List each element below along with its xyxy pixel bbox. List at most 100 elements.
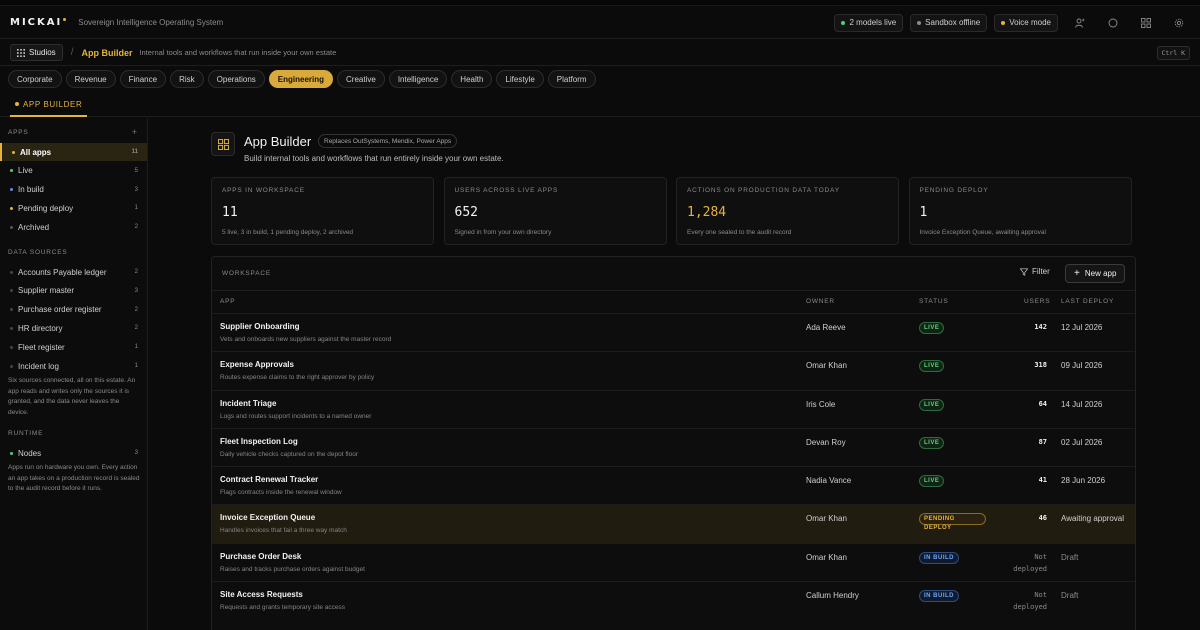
filter-label: Filter <box>1032 267 1050 276</box>
category-tab[interactable]: Finance <box>119 70 167 88</box>
status-dot-icon <box>841 20 846 25</box>
status-badge-label: LIVE <box>924 439 940 446</box>
sidebar-note: Six sources connected, all on this estat… <box>8 377 136 416</box>
status-badge: LIVE <box>919 398 945 411</box>
category-tab[interactable]: Intelligence <box>388 70 448 88</box>
category-tab[interactable]: Health <box>451 70 493 88</box>
sidebar-dot-icon <box>10 270 13 274</box>
window-top-strip <box>0 0 1200 6</box>
app-name[interactable]: Expense Approvals <box>220 360 294 369</box>
column-header-users[interactable]: USERS <box>1024 298 1050 305</box>
table-row[interactable]: Fleet Inspection Log Daily vehicle checks… <box>212 427 1135 466</box>
sidebar-item[interactable]: Purchase order register 2 <box>0 301 147 319</box>
brand-logo[interactable]: MICKAI <box>10 17 67 28</box>
breadcrumb-separator: / <box>70 47 74 58</box>
sidebar-item[interactable]: Nodes 3 <box>0 444 147 462</box>
column-header-app[interactable]: APP <box>220 298 235 305</box>
app-name[interactable]: Incident Triage <box>220 399 276 408</box>
studios-button[interactable]: Studios <box>10 44 63 61</box>
app-users: 87 <box>1038 437 1047 446</box>
table-row[interactable]: Site Access Requests Requests and grants … <box>212 581 1135 619</box>
studios-label: Studios <box>29 48 56 57</box>
people-icon[interactable] <box>1069 12 1091 34</box>
add-app-icon[interactable]: + <box>132 127 137 137</box>
app-name[interactable]: Fleet Inspection Log <box>220 437 298 446</box>
column-header-status[interactable]: STATUS <box>919 298 948 305</box>
sidebar-item[interactable]: All apps 11 <box>0 143 147 161</box>
app-users: Not deployed <box>1013 591 1047 612</box>
breadcrumb-current[interactable]: App Builder <box>81 48 132 58</box>
category-tab[interactable]: Creative <box>337 70 385 88</box>
stat-card: PENDING DEPLOY 1 Invoice Exception Queue, … <box>908 177 1132 245</box>
sidebar-item[interactable]: In build 3 <box>0 181 147 199</box>
sidebar-dot-icon <box>10 308 13 312</box>
table-row[interactable]: Contract Renewal Tracker Flags contracts … <box>212 466 1135 504</box>
sidebar-item-count: 2 <box>134 306 138 313</box>
command-shortcut[interactable]: Ctrl K <box>1156 45 1190 60</box>
table-row[interactable]: Incident Triage Logs and routes support i… <box>212 389 1135 428</box>
status-pill[interactable]: Voice mode <box>994 13 1058 32</box>
category-tab[interactable]: Operations <box>207 70 265 88</box>
status-badge-label: LIVE <box>924 363 940 370</box>
sidebar-item[interactable]: Archived 2 <box>0 218 147 236</box>
app-name[interactable]: Supplier Onboarding <box>220 322 300 331</box>
sidebar-item[interactable]: Live 5 <box>0 162 147 180</box>
sidebar-item-label: All apps <box>20 147 52 157</box>
sidebar-item[interactable]: Supplier master 3 <box>0 282 147 300</box>
sidebar-item-label: Incident log <box>18 361 59 371</box>
table-row[interactable]: Invoice Exception Queue Handles invoices … <box>212 504 1135 543</box>
sidebar-dot-icon <box>10 169 13 173</box>
app-name[interactable]: Site Access Requests <box>220 590 303 599</box>
sidebar-item[interactable]: HR directory 2 <box>0 319 147 337</box>
status-badge-label: LIVE <box>924 478 940 485</box>
sidebar-note: Apps run on hardware you own. Every acti… <box>8 464 140 492</box>
status-pill[interactable]: Sandbox offline <box>910 13 988 32</box>
sidebar-item-label: Archived <box>18 222 50 232</box>
app-name[interactable]: Contract Renewal Tracker <box>220 475 318 484</box>
app-description: Raises and tracks purchase orders agains… <box>220 565 365 573</box>
status-badge: IN BUILD <box>919 551 959 564</box>
sidebar-item[interactable]: Pending deploy 1 <box>0 199 147 217</box>
app-name[interactable]: Invoice Exception Queue <box>220 513 315 522</box>
gear-icon[interactable] <box>1168 12 1190 34</box>
sidebar-item-count: 3 <box>134 186 138 193</box>
column-header-owner[interactable]: OWNER <box>806 298 835 305</box>
sidebar-dot-icon <box>10 345 13 349</box>
stat-card: APPS IN WORKSPACE 11 5 live, 3 in build, 1… <box>211 177 434 245</box>
replaces-badge: Replaces OutSystems, Mendix, Power Apps <box>318 134 458 148</box>
app-last-deploy: Draft <box>1061 591 1079 601</box>
app-description: Vets and onboards new suppliers against … <box>220 336 392 343</box>
table-row[interactable]: Supplier Onboarding Vets and onboards new… <box>212 313 1135 351</box>
tab-app-builder[interactable]: APP BUILDER <box>10 93 88 117</box>
column-header-last-deploy[interactable]: LAST DEPLOY <box>1061 298 1114 305</box>
stat-value: 1,284 <box>687 205 727 220</box>
sidebar-item[interactable]: Incident log 1 <box>0 357 147 375</box>
table-row[interactable]: Expense Approvals Routes expense claims t… <box>212 351 1135 389</box>
category-tab[interactable]: Engineering <box>268 70 334 88</box>
filter-button[interactable]: Filter <box>1020 267 1050 276</box>
app-owner: Devan Roy <box>806 437 846 447</box>
app-name[interactable]: Purchase Order Desk <box>220 552 301 561</box>
new-app-button[interactable]: + New app <box>1065 264 1126 283</box>
sidebar-item[interactable]: Fleet register 1 <box>0 338 147 356</box>
category-tab[interactable]: Risk <box>170 70 204 88</box>
status-pill[interactable]: 2 models live <box>834 13 904 32</box>
grid-icon[interactable] <box>1135 12 1157 34</box>
sidebar-item[interactable]: Accounts Payable ledger 2 <box>0 263 147 281</box>
sidebar-dot-icon <box>12 150 15 154</box>
sidebar-item-label: Accounts Payable ledger <box>18 267 107 277</box>
table-row[interactable]: Purchase Order Desk Raises and tracks pur… <box>212 542 1135 581</box>
stat-card: USERS ACROSS LIVE APPS 652 Signed in from … <box>443 177 667 245</box>
category-tab[interactable]: Revenue <box>65 70 116 88</box>
category-tab[interactable]: Corporate <box>8 70 62 88</box>
circle-icon[interactable] <box>1102 12 1124 34</box>
stat-note: Invoice Exception Queue, awaiting approv… <box>919 229 1046 236</box>
breadcrumb-subtitle: Internal tools and workflows that run in… <box>139 48 337 57</box>
category-tab[interactable]: Platform <box>547 70 596 88</box>
app-last-deploy: 09 Jul 2026 <box>1061 361 1103 371</box>
category-tab[interactable]: Lifestyle <box>496 70 544 88</box>
status-badge-label: IN BUILD <box>924 554 954 561</box>
stat-note: 5 live, 3 in build, 1 pending deploy, 2 … <box>222 229 354 236</box>
stat-label: USERS ACROSS LIVE APPS <box>454 187 559 194</box>
stat-value: 11 <box>222 205 238 220</box>
